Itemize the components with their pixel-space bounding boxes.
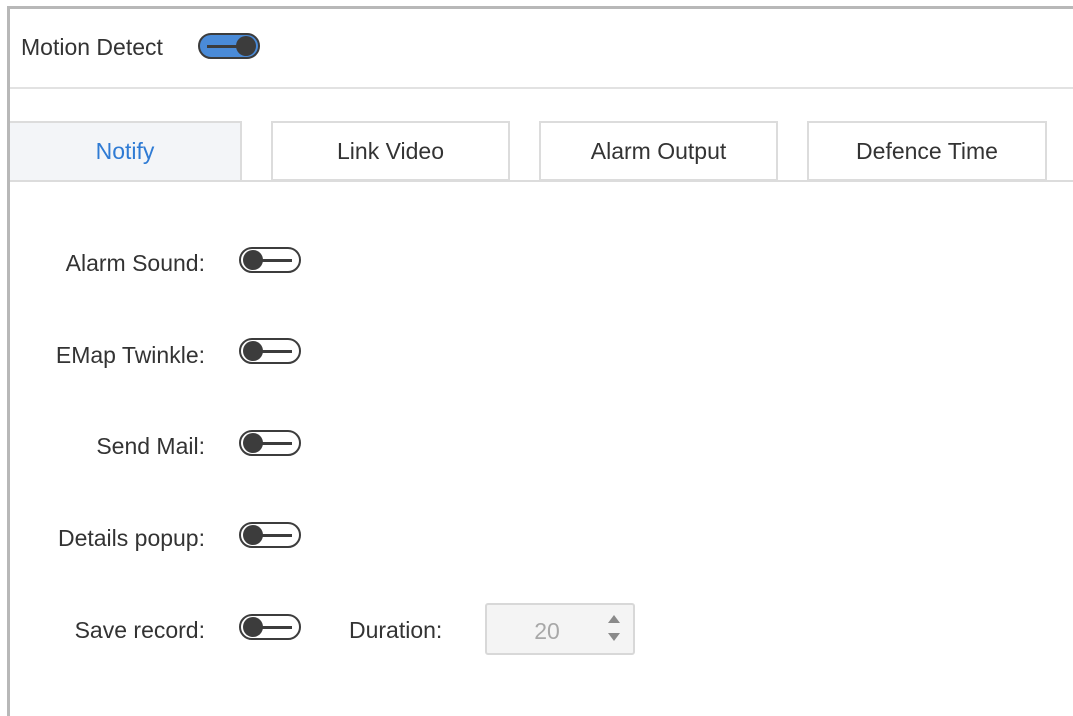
save-record-label: Save record:	[74, 617, 205, 643]
tab-alarm-output[interactable]: Alarm Output	[539, 121, 778, 181]
decrement-arrow-icon[interactable]	[608, 633, 620, 641]
send-mail-toggle[interactable]	[239, 430, 301, 456]
motion-detect-toggle[interactable]	[198, 33, 260, 59]
alarm-sound-toggle[interactable]	[239, 247, 301, 273]
stepper-arrows	[607, 613, 621, 645]
details-popup-label: Details popup:	[57, 525, 205, 551]
toggle-knob	[243, 341, 263, 361]
toggle-knob	[243, 525, 263, 545]
toggle-knob	[243, 433, 263, 453]
tab-notify[interactable]: Notify	[10, 121, 242, 182]
motion-detect-label: Motion Detect	[21, 34, 163, 60]
details-popup-toggle[interactable]	[239, 522, 301, 548]
emap-twinkle-label: EMap Twinkle:	[55, 342, 205, 368]
increment-arrow-icon[interactable]	[608, 615, 620, 623]
tab-defence-time[interactable]: Defence Time	[807, 121, 1047, 181]
tabs-divider	[10, 180, 1073, 182]
duration-stepper[interactable]: 20	[485, 603, 635, 655]
duration-value: 20	[534, 618, 560, 644]
emap-twinkle-toggle[interactable]	[239, 338, 301, 364]
send-mail-label: Send Mail:	[96, 433, 205, 459]
duration-label: Duration:	[349, 617, 443, 643]
tab-link-video[interactable]: Link Video	[271, 121, 510, 181]
alarm-sound-label: Alarm Sound:	[65, 250, 205, 276]
toggle-knob	[243, 250, 263, 270]
save-record-toggle[interactable]	[239, 614, 301, 640]
toggle-knob	[236, 36, 256, 56]
toggle-knob	[243, 617, 263, 637]
motion-detect-row: Motion Detect	[10, 9, 1073, 89]
